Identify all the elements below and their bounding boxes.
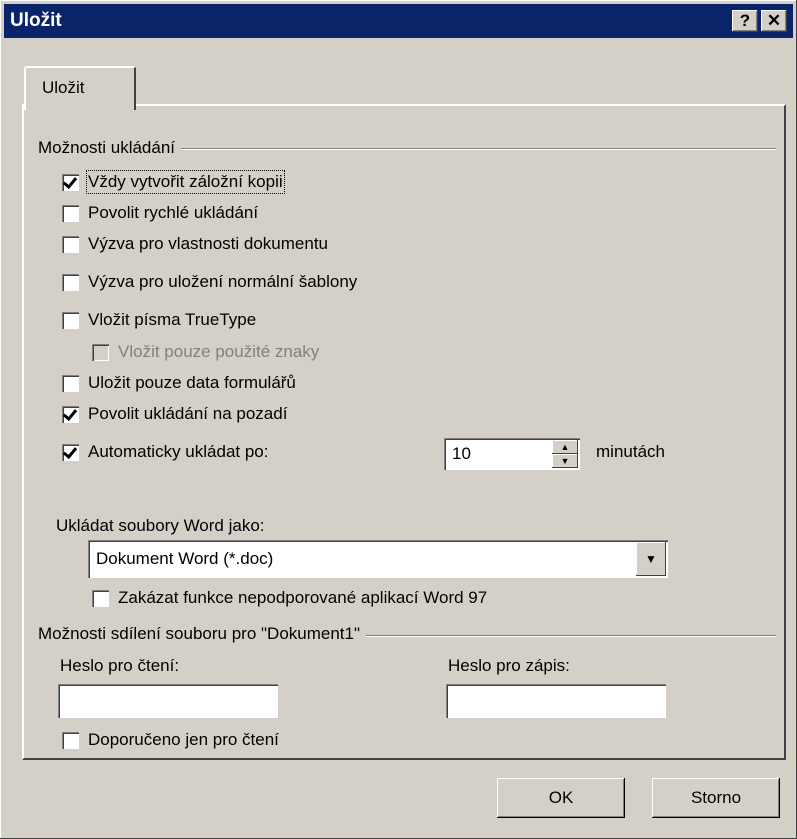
dialog-title: Uložit xyxy=(10,10,62,31)
checkbox-box[interactable] xyxy=(62,235,79,253)
spinner-buttons: ▲ ▼ xyxy=(552,440,578,468)
save-format-value: Dokument Word (*.doc) xyxy=(96,549,274,568)
chevron-down-icon[interactable]: ▼ xyxy=(636,542,666,576)
checkbox-prompt-normal-template[interactable]: Výzva pro uložení normální šablony xyxy=(62,272,357,292)
checkbox-background-save[interactable]: Povolit ukládání na pozadí xyxy=(62,404,287,424)
checkbox-label: Povolit ukládání na pozadí xyxy=(88,404,288,423)
title-bar[interactable]: Uložit ? ✕ xyxy=(4,4,793,38)
save-options-group-label: Možnosti ukládání xyxy=(38,138,182,158)
checkbox-autosave[interactable]: Automaticky ukládat po: xyxy=(62,442,268,462)
spin-up-icon[interactable]: ▲ xyxy=(552,440,578,454)
save-format-select[interactable]: Dokument Word (*.doc) ▼ xyxy=(88,540,668,578)
checkbox-box[interactable] xyxy=(92,589,109,607)
close-button[interactable]: ✕ xyxy=(761,10,787,32)
read-password-field[interactable] xyxy=(58,684,278,718)
help-button[interactable]: ? xyxy=(732,10,758,32)
write-password-label: Heslo pro zápis: xyxy=(448,656,570,675)
checkbox-label: Vložit pouze použité znaky xyxy=(118,342,320,361)
checkbox-prompt-properties[interactable]: Výzva pro vlastnosti dokumentu xyxy=(62,234,328,254)
checkbox-fast-save[interactable]: Povolit rychlé ukládání xyxy=(62,203,258,223)
checkbox-disable-unsupported-features[interactable]: Zakázat funkce nepodporované aplikací Wo… xyxy=(92,588,487,608)
checkbox-label: Vždy vytvořit záložní kopii xyxy=(86,170,285,194)
autosave-interval-spinner[interactable]: 10 ▲ ▼ xyxy=(444,438,580,470)
checkbox-label: Zakázat funkce nepodporované aplikací Wo… xyxy=(118,588,488,607)
checkbox-box[interactable] xyxy=(62,443,79,461)
checkbox-readonly-recommended[interactable]: Doporučeno jen pro čtení xyxy=(62,730,279,750)
checkbox-label: Uložit pouze data formulářů xyxy=(88,373,296,392)
checkbox-label: Výzva pro vlastnosti dokumentu xyxy=(88,234,329,253)
autosave-interval-value[interactable]: 10 xyxy=(452,444,471,464)
checkbox-box[interactable] xyxy=(62,204,79,222)
checkbox-label: Doporučeno jen pro čtení xyxy=(88,730,279,749)
checkbox-always-backup[interactable]: Vždy vytvořit záložní kopii xyxy=(62,170,285,194)
checkbox-box[interactable] xyxy=(62,731,79,749)
tab-label: Uložit xyxy=(42,78,85,97)
checkbox-embed-truetype[interactable]: Vložit písma TrueType xyxy=(62,310,256,330)
checkbox-box[interactable] xyxy=(62,374,79,392)
checkbox-label: Vložit písma TrueType xyxy=(88,310,257,329)
checkbox-box xyxy=(92,343,109,361)
checkbox-box[interactable] xyxy=(62,173,79,191)
sharing-group-label: Možnosti sdílení souboru pro "Dokument1" xyxy=(38,624,367,644)
write-password-field[interactable] xyxy=(446,684,666,718)
read-password-label: Heslo pro čtení: xyxy=(60,656,180,675)
autosave-unit-label: minutách xyxy=(596,442,665,461)
checkbox-label: Výzva pro uložení normální šablony xyxy=(88,272,358,291)
checkbox-box[interactable] xyxy=(62,405,79,423)
save-options-dialog: Uložit ? ✕ Uložit Možnosti ukládání Vždy… xyxy=(0,0,797,839)
checkbox-box[interactable] xyxy=(62,273,79,291)
spin-down-icon[interactable]: ▼ xyxy=(552,454,578,468)
checkbox-label: Povolit rychlé ukládání xyxy=(88,203,259,222)
checkbox-label: Automaticky ukládat po: xyxy=(88,442,269,461)
checkbox-box[interactable] xyxy=(62,311,79,329)
checkbox-embed-used-chars: Vložit pouze použité znaky xyxy=(92,342,319,362)
checkbox-save-form-data[interactable]: Uložit pouze data formulářů xyxy=(62,373,296,393)
tab-joint xyxy=(26,102,130,106)
save-format-label: Ukládat soubory Word jako: xyxy=(56,516,265,535)
ok-button[interactable]: OK xyxy=(497,778,625,818)
cancel-button[interactable]: Storno xyxy=(652,778,780,818)
